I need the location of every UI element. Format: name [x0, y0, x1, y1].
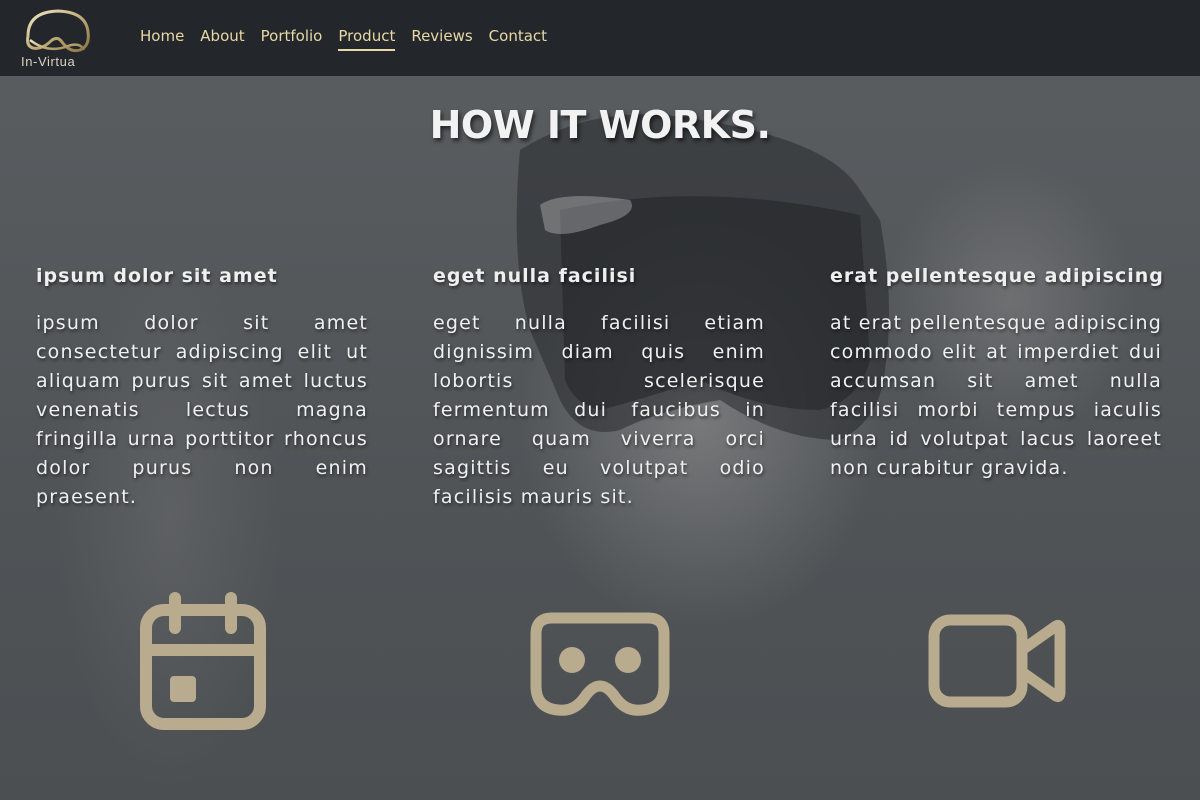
- logo-text: In-Virtua: [21, 54, 76, 69]
- vr-headset-icon: [530, 612, 670, 716]
- nav-item-contact[interactable]: Contact: [489, 27, 547, 51]
- nav-item-about[interactable]: About: [200, 27, 244, 51]
- feature-heading: eget nulla facilisi: [433, 265, 637, 287]
- feature-heading: erat pellentesque adipiscing: [830, 265, 1164, 287]
- feature-body: eget nulla facilisi etiam dignissim diam…: [433, 312, 765, 508]
- video-camera-icon: [928, 614, 1066, 708]
- feature-heading: ipsum dolor sit amet: [36, 265, 278, 287]
- calendar-icon: [140, 592, 266, 730]
- nav-item-reviews[interactable]: Reviews: [411, 27, 472, 51]
- main-nav: Home About Portfolio Product Reviews Con…: [140, 27, 547, 51]
- nav-item-portfolio[interactable]: Portfolio: [261, 27, 323, 51]
- section-title: HOW IT WORKS.: [429, 103, 771, 147]
- feature-body: at erat pellentesque adipiscing commodo …: [830, 312, 1162, 479]
- feature-column: ipsum dolor sit amet ipsum dolor sit ame…: [36, 265, 368, 512]
- feature-column: eget nulla facilisi eget nulla facilisi …: [433, 265, 765, 512]
- nav-item-product[interactable]: Product: [338, 27, 396, 51]
- feature-body: ipsum dolor sit amet consectetur adipisc…: [36, 312, 368, 508]
- feature-column: erat pellentesque adipiscing at erat pel…: [830, 265, 1164, 483]
- nav-item-home[interactable]: Home: [140, 27, 184, 51]
- top-navbar: In-Virtua Home About Portfolio Product R…: [0, 0, 1200, 76]
